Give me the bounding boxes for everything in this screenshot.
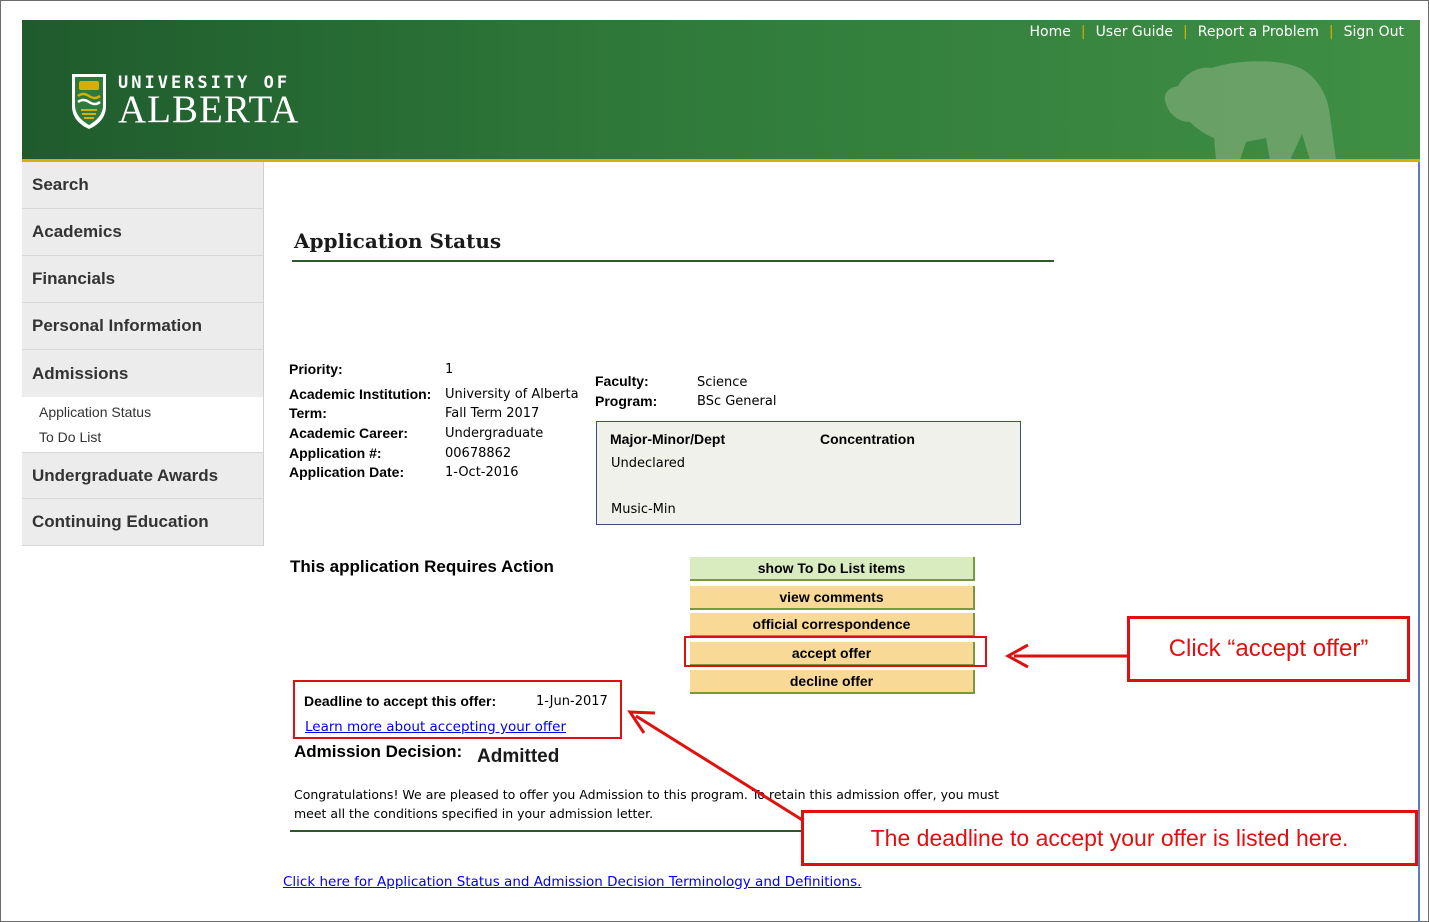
deadline-arrow-line	[635, 714, 829, 838]
deadline-arrow-head	[627, 710, 656, 734]
annotation-arrows	[627, 643, 1128, 838]
accept-offer-callout: Click “accept offer”	[1127, 616, 1410, 682]
deadline-callout: The deadline to accept your offer is lis…	[801, 810, 1418, 866]
